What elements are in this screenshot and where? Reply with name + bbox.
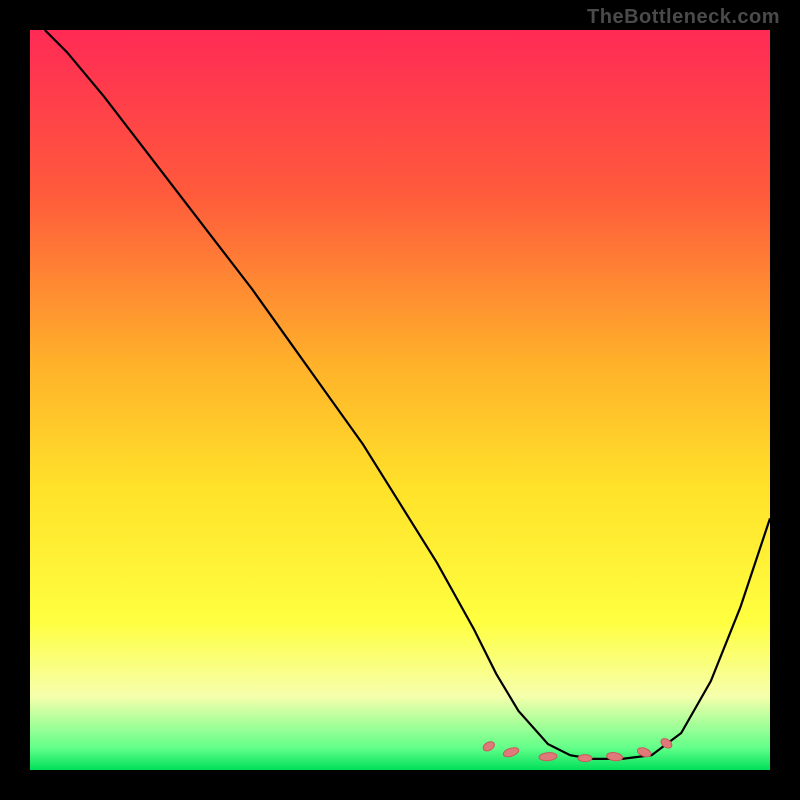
plot-area — [30, 30, 770, 770]
sweet-spot-marker — [578, 755, 592, 762]
chart-frame: TheBottleneck.com — [0, 0, 800, 800]
gradient-background — [30, 30, 770, 770]
bottleneck-chart — [30, 30, 770, 770]
watermark-text: TheBottleneck.com — [587, 6, 780, 29]
